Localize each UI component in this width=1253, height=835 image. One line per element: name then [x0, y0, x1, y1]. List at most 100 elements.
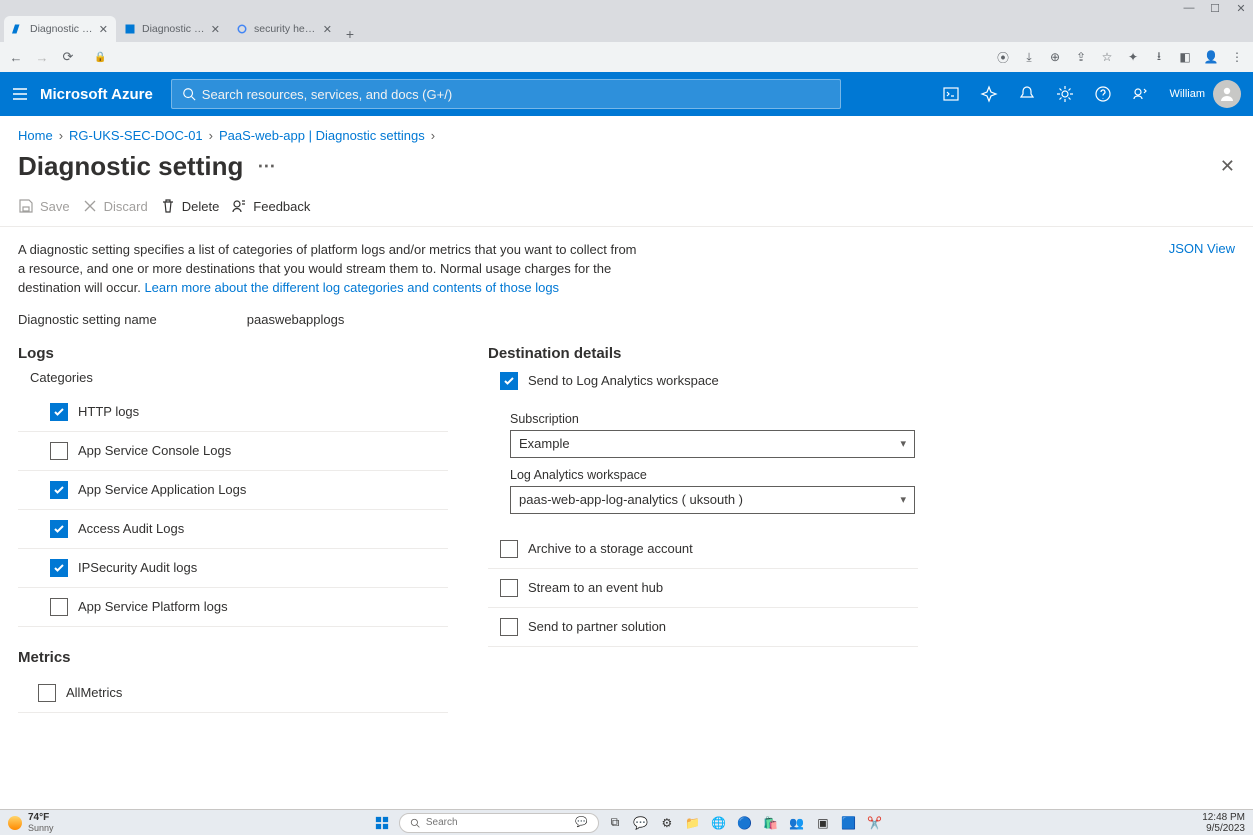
checkbox-application-logs[interactable]: [50, 481, 68, 499]
weather-icon: [8, 816, 22, 830]
taskbar-weather[interactable]: 74°F Sunny: [8, 812, 54, 833]
browser-tab-azure[interactable]: Diagnostic setting - Microsoft A ✕: [4, 16, 116, 42]
checkbox-label: App Service Application Logs: [78, 482, 246, 497]
checkbox-send-log-analytics[interactable]: [500, 372, 518, 390]
breadcrumb-home[interactable]: Home: [18, 128, 53, 143]
delete-button[interactable]: Delete: [160, 198, 220, 214]
bookmark-icon[interactable]: ☆: [1097, 47, 1117, 67]
workspace-select[interactable]: paas-web-app-log-analytics ( uksouth ) ▾: [510, 486, 915, 514]
browser-url-box[interactable]: 🔒: [84, 46, 987, 68]
breadcrumb-rg[interactable]: RG-UKS-SEC-DOC-01: [69, 128, 203, 143]
browser-tab-diagnostic-console[interactable]: Diagnostic Console ✕: [116, 16, 228, 42]
browser-reload-icon[interactable]: ⟳: [58, 47, 78, 67]
zoom-icon[interactable]: ⊕: [1045, 47, 1065, 67]
vscode-icon[interactable]: 🟦: [839, 813, 859, 833]
checkbox-label: AllMetrics: [66, 685, 122, 700]
browser-back-icon[interactable]: ←: [6, 47, 26, 67]
log-category-ipsecurity: IPSecurity Audit logs: [18, 549, 448, 588]
taskbar-clock[interactable]: 12:48 PM 9/5/2023: [1202, 812, 1245, 834]
workspace-value: paas-web-app-log-analytics ( uksouth ): [519, 492, 743, 507]
close-blade-button[interactable]: ✕: [1220, 156, 1235, 177]
install-icon[interactable]: ⤓: [1019, 47, 1039, 67]
breadcrumb-resource[interactable]: PaaS-web-app | Diagnostic settings: [219, 128, 425, 143]
help-icon[interactable]: [1086, 72, 1120, 116]
feedback-label: Feedback: [253, 199, 310, 214]
page-title: Diagnostic setting ⋯: [18, 151, 275, 182]
checkbox-partner-solution[interactable]: [500, 618, 518, 636]
file-explorer-icon[interactable]: 📁: [683, 813, 703, 833]
chat-icon[interactable]: 💬: [631, 813, 651, 833]
checkbox-allmetrics[interactable]: [38, 684, 56, 702]
checkbox-ipsecurity-logs[interactable]: [50, 559, 68, 577]
window-close-icon[interactable]: ✕: [1231, 1, 1251, 15]
copilot-icon[interactable]: [972, 72, 1006, 116]
window-minimize-icon[interactable]: —: [1179, 1, 1199, 15]
profile-icon[interactable]: 👤: [1201, 47, 1221, 67]
terminal-icon[interactable]: ▣: [813, 813, 833, 833]
weather-cond: Sunny: [28, 823, 54, 833]
task-view-icon[interactable]: ⧉: [605, 813, 625, 833]
taskbar-search-input[interactable]: [426, 817, 526, 828]
log-category-access-audit: Access Audit Logs: [18, 510, 448, 549]
log-category-platform: App Service Platform logs: [18, 588, 448, 627]
tab-close-icon[interactable]: ✕: [323, 23, 332, 36]
notifications-icon[interactable]: [1010, 72, 1044, 116]
feedback-header-icon[interactable]: [1124, 72, 1158, 116]
teams-icon[interactable]: 👥: [787, 813, 807, 833]
tab-title: Diagnostic setting - Microsoft A: [30, 23, 93, 35]
settings-icon[interactable]: ⚙: [657, 813, 677, 833]
downloads-icon[interactable]: ⭳: [1149, 47, 1169, 67]
metrics-heading: Metrics: [18, 649, 448, 666]
taskbar-search[interactable]: 💬: [399, 813, 599, 833]
user-name: William: [1170, 88, 1205, 100]
share-icon[interactable]: ⇪: [1071, 47, 1091, 67]
lock-icon: 🔒: [94, 52, 106, 63]
checkbox-event-hub[interactable]: [500, 579, 518, 597]
tab-close-icon[interactable]: ✕: [211, 23, 220, 36]
log-category-console: App Service Console Logs: [18, 432, 448, 471]
user-menu[interactable]: William: [1158, 80, 1253, 108]
new-tab-button[interactable]: +: [340, 26, 360, 42]
json-view-link[interactable]: JSON View: [1169, 241, 1235, 256]
snipping-icon[interactable]: ✂️: [865, 813, 885, 833]
google-favicon-icon: [236, 23, 248, 35]
hamburger-menu-button[interactable]: [0, 72, 40, 116]
learn-more-link[interactable]: Learn more about the different log categ…: [144, 280, 559, 295]
more-icon[interactable]: ⋯: [257, 156, 275, 177]
discard-button[interactable]: Discard: [82, 198, 148, 214]
store-icon[interactable]: 🛍️: [761, 813, 781, 833]
setting-name-value: paaswebapplogs: [247, 312, 345, 327]
checkbox-http-logs[interactable]: [50, 403, 68, 421]
toolbar: Save Discard Delete Feedback: [0, 188, 1253, 226]
gear-icon[interactable]: [1048, 72, 1082, 116]
checkbox-platform-logs[interactable]: [50, 598, 68, 616]
checkbox-console-logs[interactable]: [50, 442, 68, 460]
chrome-icon[interactable]: 🔵: [735, 813, 755, 833]
checkbox-access-audit-logs[interactable]: [50, 520, 68, 538]
search-input[interactable]: [202, 87, 830, 102]
subscription-select[interactable]: Example ▾: [510, 430, 915, 458]
side-panel-icon[interactable]: ◧: [1175, 47, 1195, 67]
browser-tab-google-search[interactable]: security headers in azure app se ✕: [228, 16, 340, 42]
azure-brand[interactable]: Microsoft Azure: [40, 86, 171, 103]
subscription-value: Example: [519, 436, 570, 451]
extensions-icon[interactable]: ✦: [1123, 47, 1143, 67]
tab-title: Diagnostic Console: [142, 23, 205, 35]
bing-chat-icon[interactable]: 💬: [575, 817, 587, 828]
checkbox-archive-storage[interactable]: [500, 540, 518, 558]
translate-icon[interactable]: ⦿: [993, 47, 1013, 67]
search-box[interactable]: [171, 79, 841, 109]
edge-icon[interactable]: 🌐: [709, 813, 729, 833]
browser-forward-icon[interactable]: →: [32, 47, 52, 67]
window-maximize-icon[interactable]: ☐: [1205, 1, 1225, 15]
save-button[interactable]: Save: [18, 198, 70, 214]
destination-log-analytics: Send to Log Analytics workspace: [488, 370, 918, 392]
metric-allmetrics: AllMetrics: [18, 674, 448, 713]
start-button[interactable]: [371, 816, 393, 830]
cloud-shell-icon[interactable]: [934, 72, 968, 116]
checkbox-label: HTTP logs: [78, 404, 139, 419]
feedback-button[interactable]: Feedback: [231, 198, 310, 214]
browser-menu-icon[interactable]: ⋮: [1227, 47, 1247, 67]
tab-close-icon[interactable]: ✕: [99, 23, 108, 36]
workspace-label: Log Analytics workspace: [510, 468, 918, 482]
